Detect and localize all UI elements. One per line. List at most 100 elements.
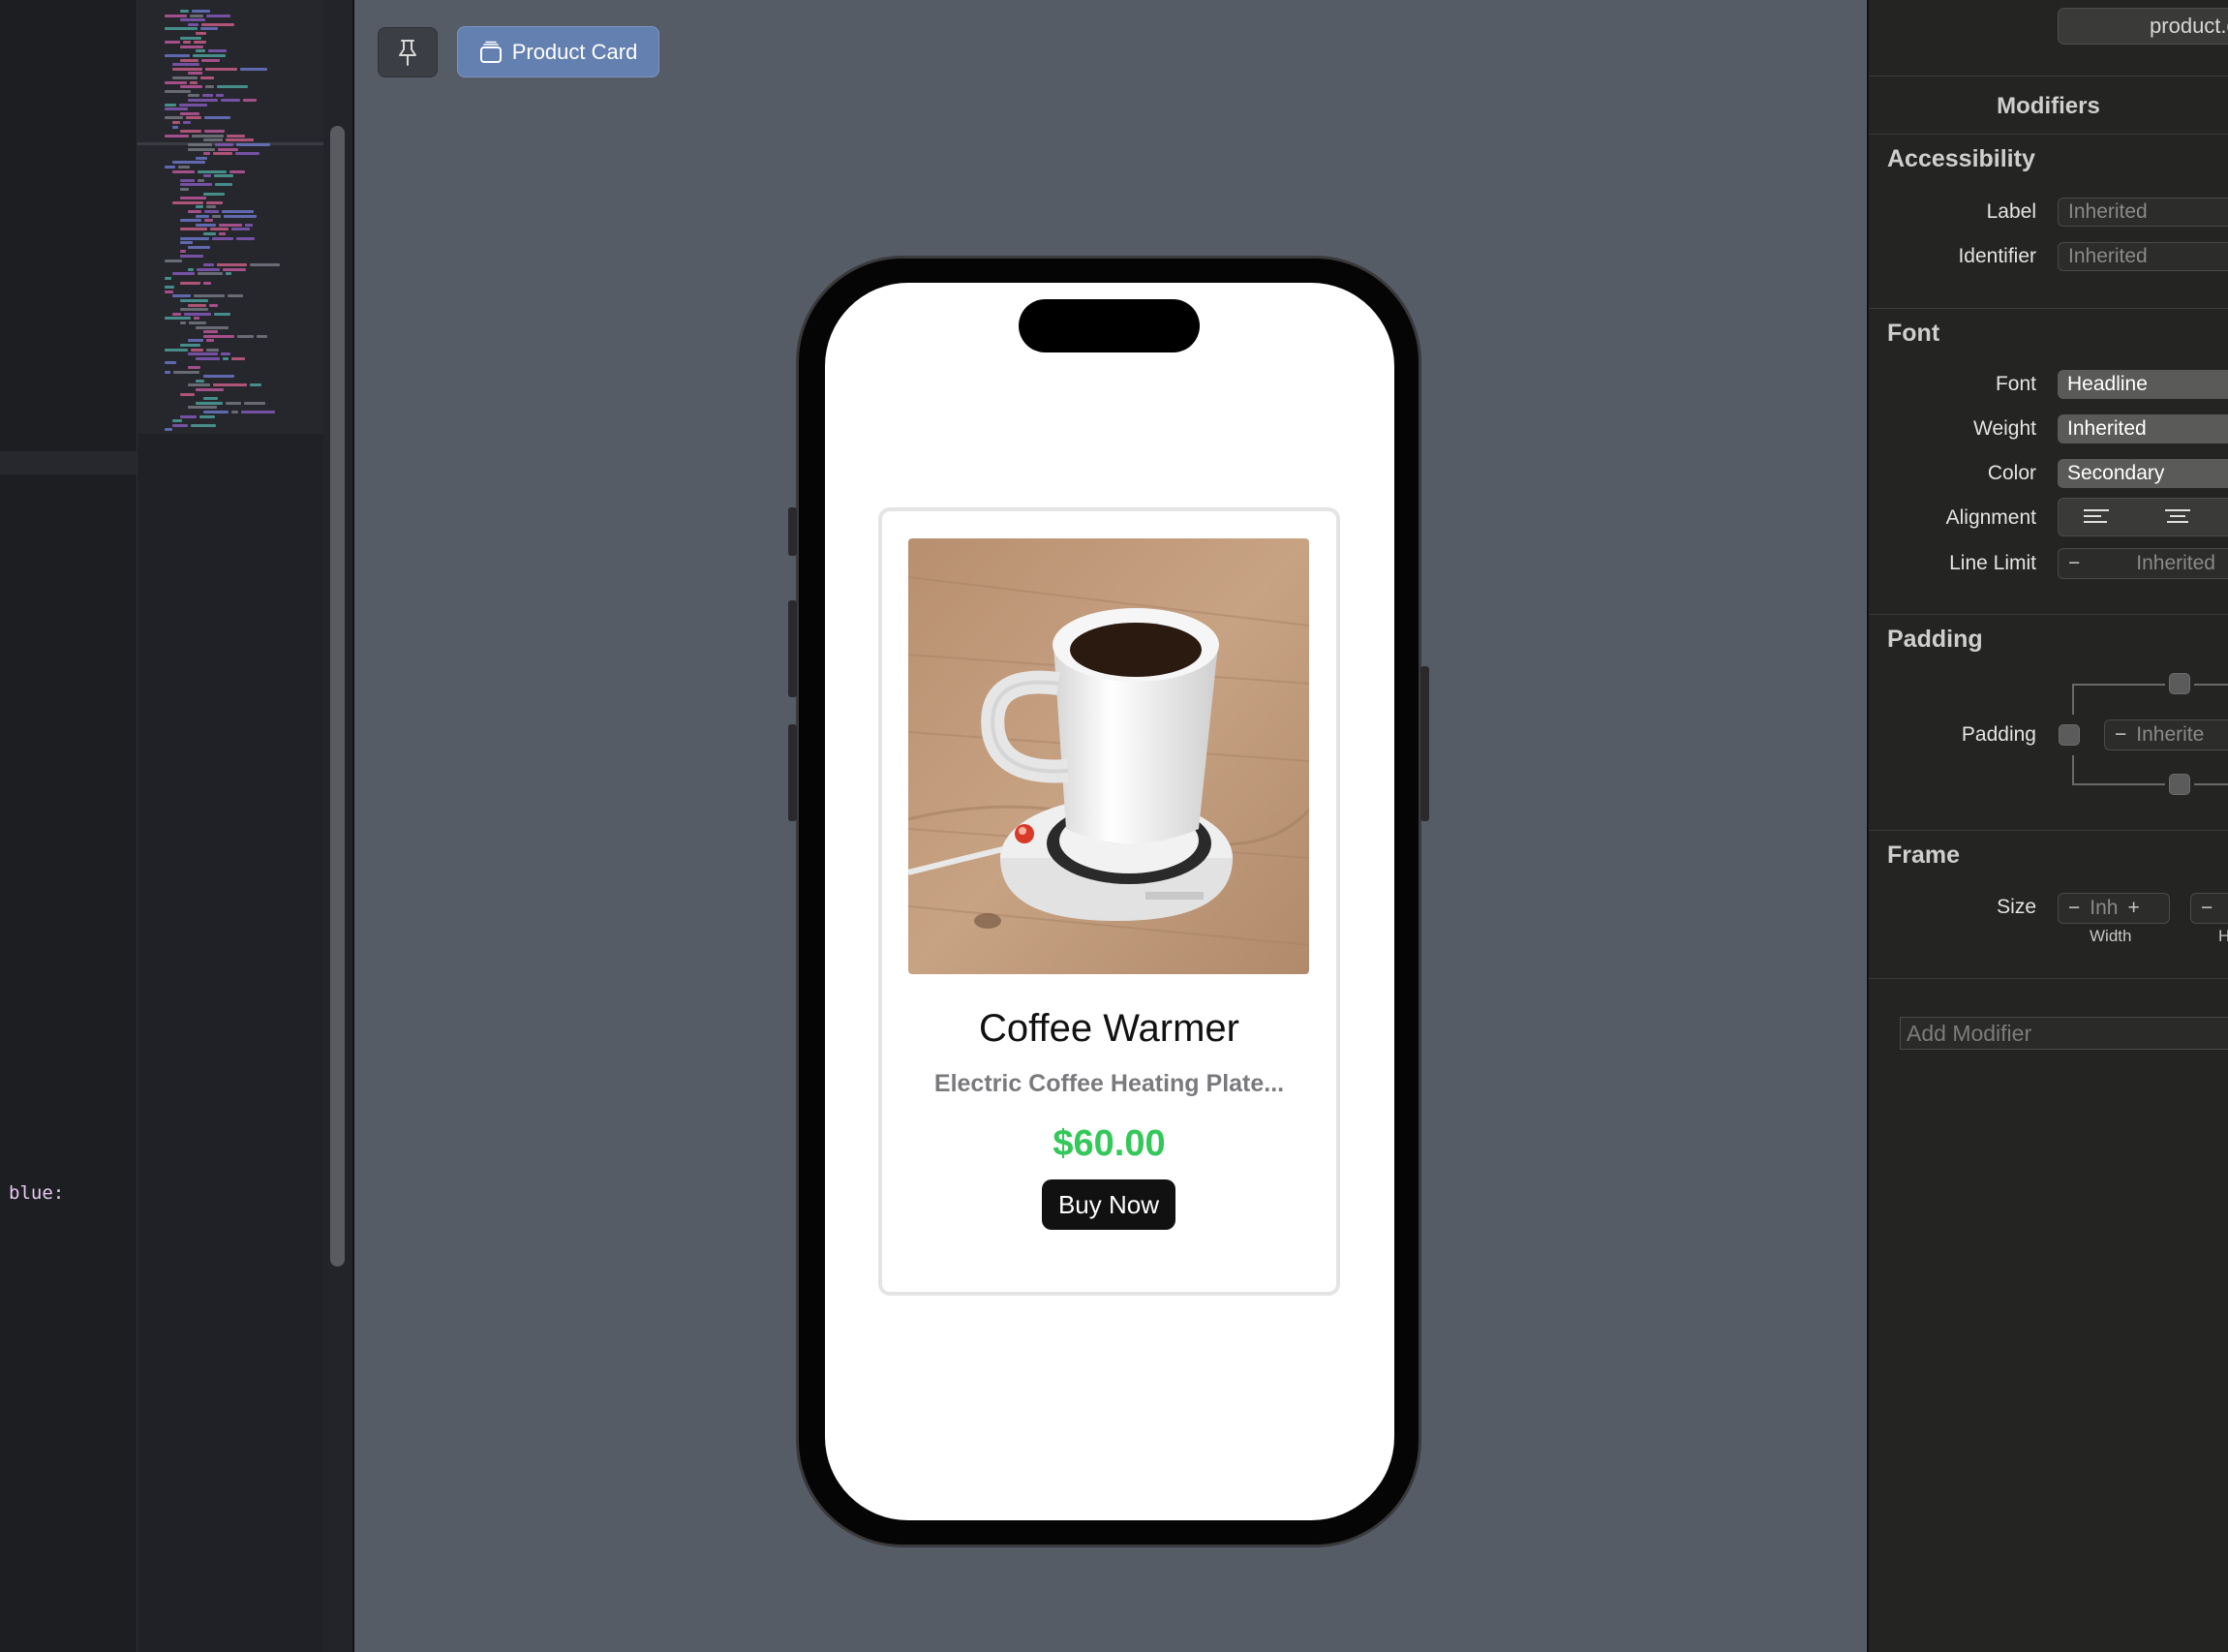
minimap-code-segment	[165, 116, 183, 120]
minimap-code-segment	[188, 339, 203, 343]
minimap-code-segment	[196, 388, 224, 391]
minimap-code-segment	[216, 94, 224, 98]
minimap-code-segment	[201, 22, 234, 26]
line-limit-stepper[interactable]: − Inherited	[2058, 548, 2228, 579]
minimap-code-segment	[165, 27, 198, 31]
minimap-code-segment	[221, 352, 230, 356]
minimap-code-segment	[180, 281, 200, 285]
padding-bottom-checkbox[interactable]	[2169, 774, 2190, 795]
minimap-code-segment	[184, 312, 211, 316]
decrement-button[interactable]: −	[2059, 897, 2090, 920]
minimap-code-segment	[206, 14, 230, 17]
decrement-button[interactable]: −	[2105, 723, 2136, 747]
minimap-code-segment	[180, 321, 186, 324]
mute-switch	[788, 507, 797, 556]
minimap-code-segment	[180, 241, 193, 245]
divider	[1869, 830, 2228, 831]
divider	[1869, 978, 2228, 979]
minimap-code-segment	[214, 312, 230, 316]
padding-stepper[interactable]: − Inherite	[2104, 719, 2228, 750]
minimap-code-segment	[188, 406, 217, 410]
minimap-code-segment	[172, 294, 191, 298]
color-label: Color	[1987, 462, 2036, 484]
product-price: $60.00	[1053, 1123, 1166, 1164]
minimap-code-segment	[172, 169, 195, 173]
product-card-preview-tab[interactable]: Product Card	[457, 26, 659, 77]
minimap-code-segment	[194, 317, 199, 321]
width-value: Inh	[2090, 897, 2119, 919]
minimap-code-segment	[196, 325, 229, 329]
font-label: Font	[1995, 373, 2036, 395]
accessibility-identifier-label: Identifier	[1958, 245, 2036, 267]
inspector-top-field[interactable]: product.de	[2058, 8, 2228, 45]
minimap-code-segment	[180, 392, 195, 396]
decrement-button[interactable]: −	[2191, 897, 2222, 920]
minimap-code-segment	[178, 166, 190, 168]
padding-value: Inherite	[2136, 723, 2205, 746]
minimap-code-segment	[180, 85, 202, 89]
increment-button[interactable]: +	[2118, 897, 2149, 920]
minimap-code-segment	[180, 308, 208, 312]
minimap-code-segment	[172, 121, 180, 124]
align-leading-icon[interactable]	[2082, 507, 2111, 532]
minimap-code-segment	[165, 361, 176, 365]
height-stepper[interactable]: −	[2190, 893, 2228, 924]
minimap-code-segment	[226, 138, 254, 142]
weight-popup[interactable]: Inherited	[2058, 414, 2228, 444]
minimap-code-segment	[165, 166, 175, 168]
minimap-code-segment	[172, 125, 178, 129]
decrement-button[interactable]: −	[2059, 552, 2090, 575]
minimap-code-segment	[188, 94, 199, 98]
color-popup[interactable]: Secondary	[2058, 459, 2228, 488]
minimap-code-segment	[209, 303, 218, 307]
minimap-code-segment	[203, 232, 216, 235]
divider	[1869, 308, 2228, 309]
minimap-code-segment	[180, 130, 201, 134]
padding-top-checkbox[interactable]	[2169, 673, 2190, 694]
minimap-code-segment	[180, 344, 200, 347]
minimap-code-segment	[196, 156, 207, 160]
accessibility-label-field[interactable]: Inherited	[2058, 198, 2228, 227]
frame-section-title: Frame	[1887, 841, 1961, 869]
width-stepper[interactable]: − Inh +	[2058, 893, 2170, 924]
minimap-code-segment	[165, 41, 180, 45]
label-placeholder: Inherited	[2068, 200, 2148, 223]
minimap-code-segment	[188, 143, 212, 146]
buy-now-button[interactable]: Buy Now	[1042, 1179, 1175, 1230]
minimap-code-segment	[197, 267, 220, 271]
minimap-code-segment	[237, 334, 254, 338]
add-modifier-field[interactable]: Add Modifier	[1900, 1017, 2228, 1050]
minimap-code-segment	[198, 178, 204, 182]
pin-preview-button[interactable]	[378, 27, 438, 77]
minimap-code-segment	[206, 348, 219, 352]
volume-down-button	[788, 724, 797, 821]
minimap-code-segment	[250, 383, 261, 387]
minimap-code-segment	[186, 116, 201, 120]
minimap-code-segment	[196, 356, 220, 360]
minimap-code-segment	[203, 138, 223, 142]
editor-scrollbar-thumb[interactable]	[330, 126, 345, 1267]
font-popup[interactable]: Headline	[2058, 370, 2228, 399]
minimap-code-segment	[188, 267, 194, 271]
minimap-code-segment	[204, 116, 230, 120]
minimap-code-segment	[190, 80, 198, 84]
align-center-icon[interactable]	[2163, 507, 2192, 532]
minimap-code-segment	[215, 183, 232, 187]
coffee-warmer-photo	[908, 538, 1309, 974]
padding-guide-line	[2194, 684, 2228, 686]
minimap[interactable]	[137, 0, 324, 1652]
code-editor[interactable]: blue:	[0, 0, 137, 1652]
minimap-code-segment	[165, 290, 173, 293]
minimap-code-segment	[226, 272, 231, 276]
minimap-code-segment	[188, 147, 215, 151]
accessibility-section-title: Accessibility	[1887, 145, 2035, 172]
minimap-code-segment	[165, 134, 189, 138]
accessibility-identifier-field[interactable]: Inherited	[2058, 242, 2228, 271]
minimap-code-segment	[200, 27, 218, 31]
minimap-code-segment	[219, 232, 226, 235]
minimap-code-segment	[188, 303, 206, 307]
minimap-code-segment	[243, 99, 257, 102]
padding-leading-checkbox[interactable]	[2059, 724, 2080, 746]
minimap-code-segment	[221, 99, 240, 102]
minimap-code-segment	[203, 263, 214, 267]
